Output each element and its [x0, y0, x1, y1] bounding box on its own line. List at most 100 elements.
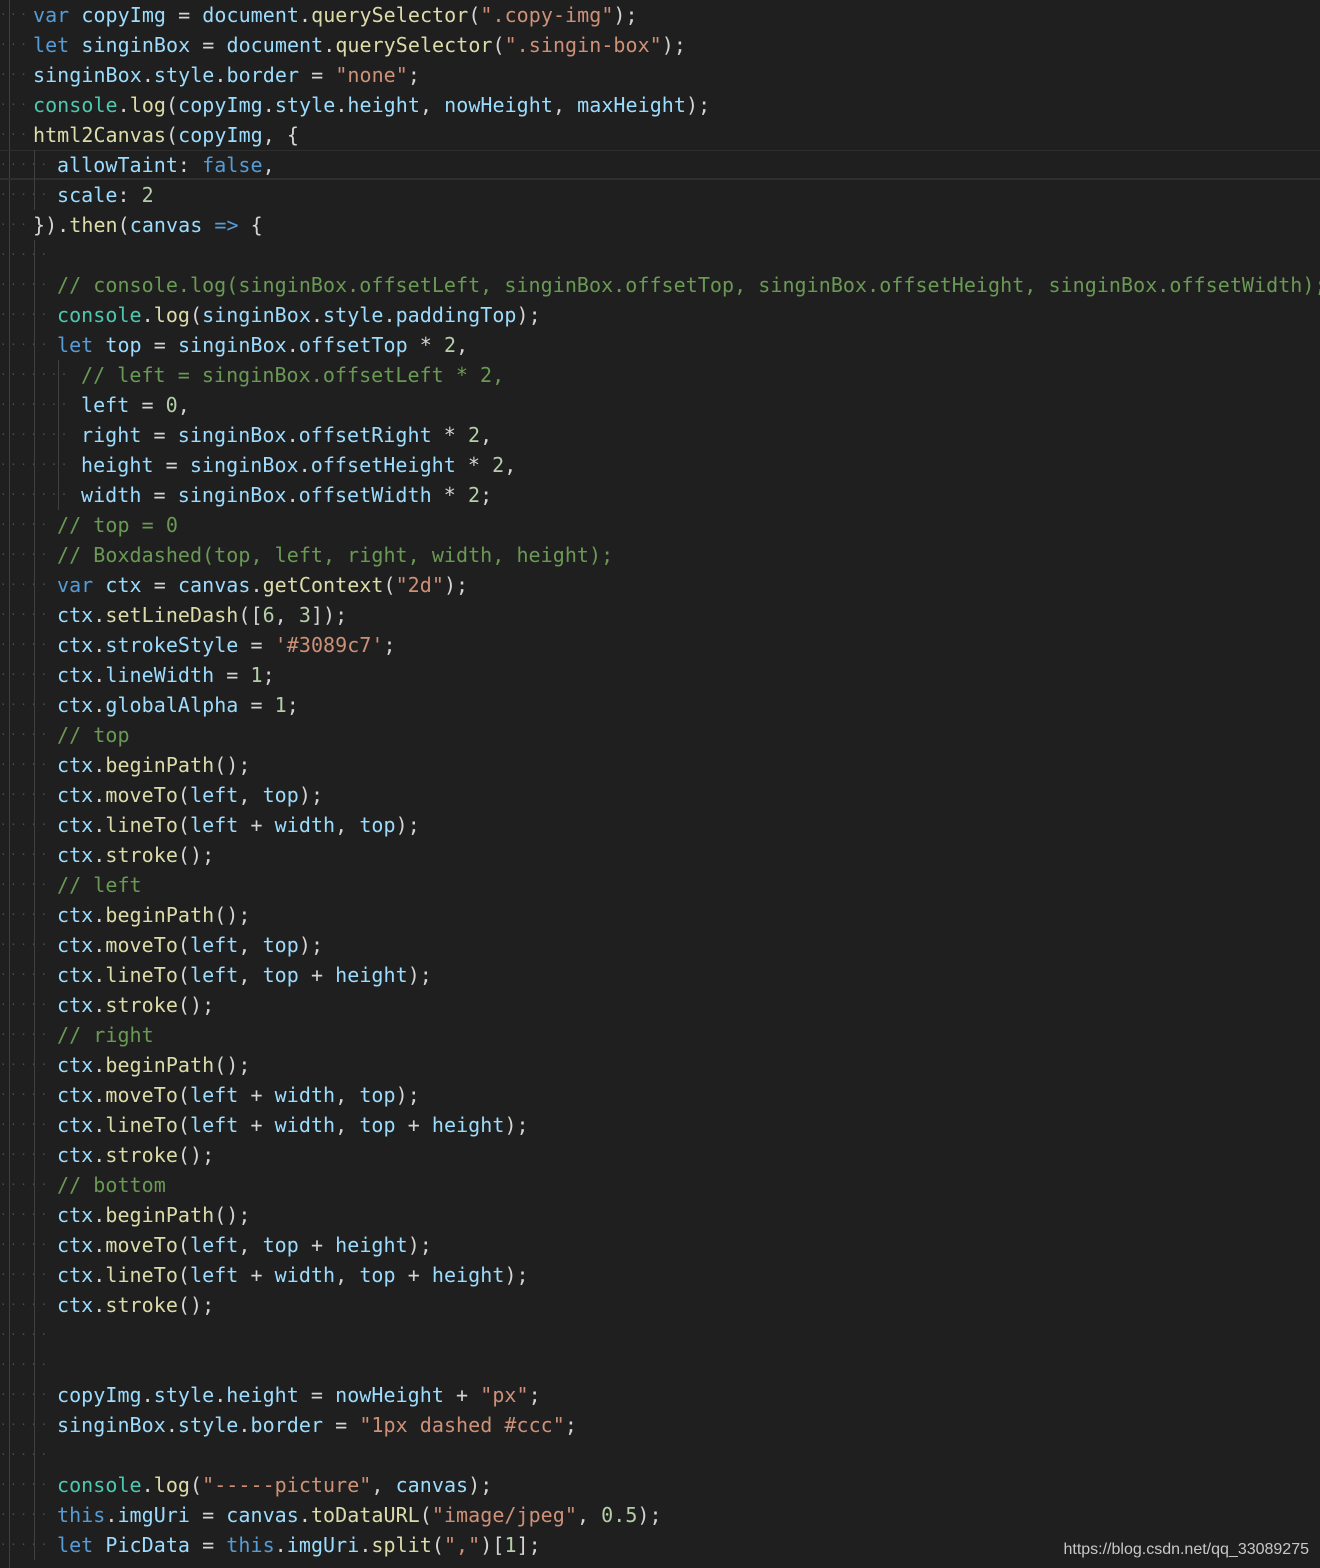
code-line[interactable]: ····· ctx.moveTo(left + width, top);: [0, 1080, 1320, 1110]
code-line[interactable]: ····· ctx.stroke();: [0, 1140, 1320, 1170]
code-line[interactable]: ······· width = singinBox.offsetWidth * 2…: [0, 480, 1320, 510]
code-line[interactable]: ····· ctx.beginPath();: [0, 1050, 1320, 1080]
indent-guide: [34, 1230, 35, 1260]
code-line[interactable]: ····· let top = singinBox.offsetTop * 2,: [0, 330, 1320, 360]
code-line[interactable]: ··· html2Canvas(copyImg, {: [0, 120, 1320, 150]
code-token: ,: [419, 93, 445, 117]
code-line[interactable]: ····· ctx.strokeStyle = '#3089c7';: [0, 630, 1320, 660]
indent-guide: [34, 780, 35, 810]
code-token: lineTo: [105, 1113, 178, 1137]
code-token: height: [431, 1263, 505, 1287]
code-token: {: [238, 213, 263, 237]
code-line[interactable]: ····· allowTaint: false,: [0, 150, 1320, 180]
code-token: ,: [238, 1233, 263, 1257]
code-line[interactable]: ······· left = 0,: [0, 390, 1320, 420]
code-token: singinBox: [33, 63, 142, 87]
code-line[interactable]: ····· ctx.beginPath();: [0, 750, 1320, 780]
code-line[interactable]: ···}).then(canvas => {: [0, 210, 1320, 240]
code-line[interactable]: ····· ctx.moveTo(left, top);: [0, 930, 1320, 960]
code-token: left: [190, 1113, 239, 1137]
code-token: // left = singinBox.offsetLeft * 2,: [81, 363, 505, 387]
code-line[interactable]: ····· var ctx = canvas.getContext("2d");: [0, 570, 1320, 600]
code-line[interactable]: ····· ctx.stroke();: [0, 840, 1320, 870]
code-line[interactable]: ····· ctx.stroke();: [0, 990, 1320, 1020]
code-token: globalAlpha: [105, 693, 239, 717]
code-line[interactable]: ····· ctx.lineWidth = 1;: [0, 660, 1320, 690]
code-line[interactable]: ····· // Boxdashed(top, left, right, widt…: [0, 540, 1320, 570]
code-token: =: [298, 1383, 336, 1407]
code-line[interactable]: ····· // left: [0, 870, 1320, 900]
code-line[interactable]: ····· this.imgUri = canvas.toDataURL("ima…: [0, 1500, 1320, 1530]
code-line[interactable]: ····· ctx.beginPath();: [0, 900, 1320, 930]
code-line[interactable]: ····· ctx.beginPath();: [0, 1200, 1320, 1230]
code-token: lineTo: [105, 963, 178, 987]
code-token: ctx: [57, 1293, 94, 1317]
code-line[interactable]: ····· // top: [0, 720, 1320, 750]
whitespace-markers: ·······: [0, 428, 71, 441]
code-line[interactable]: ····· // bottom: [0, 1170, 1320, 1200]
code-editor[interactable]: ··· var copyImg = document.querySelector(…: [0, 0, 1320, 1568]
code-line[interactable]: ······· right = singinBox.offsetRight * 2…: [0, 420, 1320, 450]
code-token: singinBox: [202, 303, 311, 327]
code-line[interactable]: ··· var copyImg = document.querySelector(…: [0, 0, 1320, 30]
code-line[interactable]: ····· copyImg.style.height = nowHeight + …: [0, 1380, 1320, 1410]
code-token: .: [298, 1503, 311, 1527]
code-line[interactable]: ······· // left = singinBox.offsetLeft * …: [0, 360, 1320, 390]
code-line[interactable]: ······· height = singinBox.offsetHeight *…: [0, 450, 1320, 480]
code-token: ctx: [57, 693, 94, 717]
code-token: :: [177, 153, 203, 177]
code-token: console: [57, 303, 142, 327]
code-line[interactable]: ····· ctx.stroke();: [0, 1290, 1320, 1320]
code-line[interactable]: ····· ctx.globalAlpha = 1;: [0, 690, 1320, 720]
code-token: (: [177, 1083, 191, 1107]
code-token: querySelector: [311, 3, 469, 27]
code-line[interactable]: ·····: [0, 240, 1320, 270]
code-token: .: [105, 1503, 118, 1527]
code-line[interactable]: ····· // top = 0: [0, 510, 1320, 540]
code-token: =: [141, 573, 178, 597]
whitespace-markers: ·····: [0, 968, 51, 981]
whitespace-markers: ···: [0, 68, 31, 81]
code-token: console: [33, 93, 118, 117]
code-line[interactable]: ··· let singinBox = document.querySelecto…: [0, 30, 1320, 60]
code-line[interactable]: ·····: [0, 1440, 1320, 1470]
code-line[interactable]: ····· scale: 2: [0, 180, 1320, 210]
code-token: *: [455, 453, 493, 477]
code-line[interactable]: ····· ctx.lineTo(left + width, top + heig…: [0, 1110, 1320, 1140]
code-token: .: [141, 1473, 154, 1497]
code-token: nowHeight: [444, 93, 553, 117]
code-token: nowHeight: [335, 1383, 444, 1407]
code-token: top: [359, 1263, 396, 1287]
code-token: 0.5: [601, 1503, 638, 1527]
code-token: .: [286, 483, 299, 507]
code-area[interactable]: ··· var copyImg = document.querySelector(…: [0, 0, 1320, 1560]
code-line[interactable]: ····· // right: [0, 1020, 1320, 1050]
code-line[interactable]: ····· ctx.lineTo(left, top + height);: [0, 960, 1320, 990]
code-line[interactable]: ····· ctx.moveTo(left, top);: [0, 780, 1320, 810]
code-token: .: [250, 573, 263, 597]
code-line[interactable]: ····· // console.log(singinBox.offsetLeft…: [0, 270, 1320, 300]
code-line[interactable]: ·····: [0, 1320, 1320, 1350]
code-line[interactable]: ··· console.log(copyImg.style.height, now…: [0, 90, 1320, 120]
code-line[interactable]: ····· ctx.setLineDash([6, 3]);: [0, 600, 1320, 630]
code-token: ();: [177, 1143, 215, 1167]
code-token: border: [226, 63, 300, 87]
code-line[interactable]: ····· singinBox.style.border = "1px dashe…: [0, 1410, 1320, 1440]
code-token: 1: [250, 663, 263, 687]
whitespace-markers: ·····: [0, 188, 51, 201]
code-token: .: [262, 93, 275, 117]
code-line[interactable]: ····· console.log("-----picture", canvas)…: [0, 1470, 1320, 1500]
code-line[interactable]: ··· singinBox.style.border = "none";: [0, 60, 1320, 90]
whitespace-markers: ·····: [0, 728, 51, 741]
code-line[interactable]: ····· console.log(singinBox.style.padding…: [0, 300, 1320, 330]
code-token: this: [57, 1503, 106, 1527]
code-token: imgUri: [286, 1533, 360, 1557]
code-token: "image/jpeg": [431, 1503, 577, 1527]
code-line[interactable]: ·····: [0, 1350, 1320, 1380]
code-token: .: [286, 333, 299, 357]
code-token: border: [250, 1413, 324, 1437]
code-line[interactable]: ····· ctx.moveTo(left, top + height);: [0, 1230, 1320, 1260]
code-token: (: [468, 3, 481, 27]
code-line[interactable]: ····· ctx.lineTo(left + width, top);: [0, 810, 1320, 840]
code-line[interactable]: ····· ctx.lineTo(left + width, top + heig…: [0, 1260, 1320, 1290]
